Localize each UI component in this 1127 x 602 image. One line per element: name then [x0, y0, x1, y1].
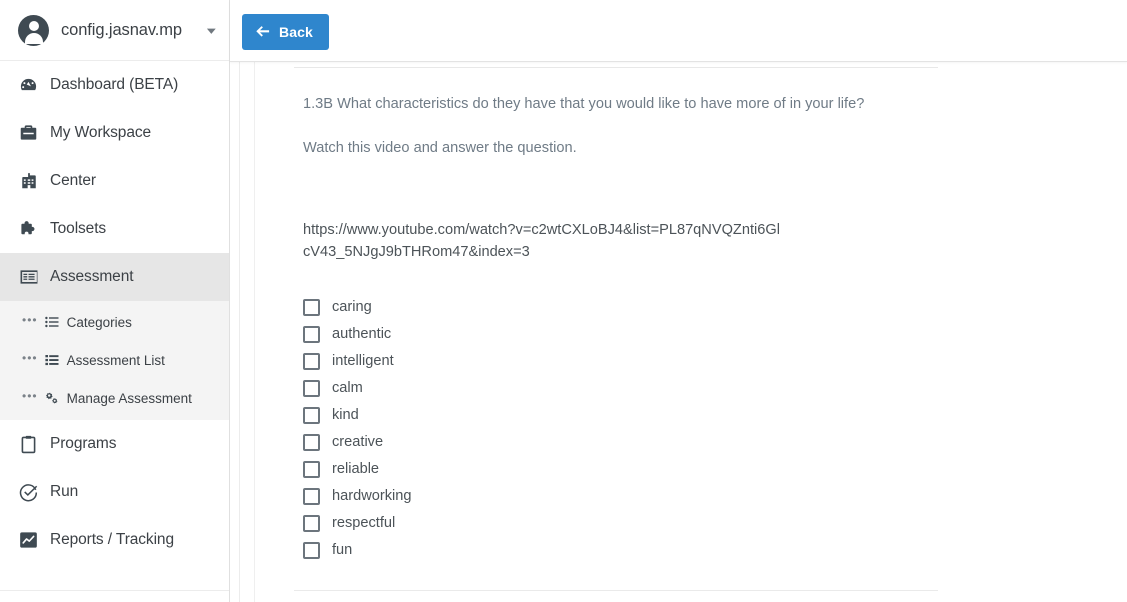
checkbox-option-list: caring authentic intelligent calm kind c…: [303, 294, 412, 564]
submenu-dots-icon: •••: [22, 389, 38, 403]
chevron-down-icon[interactable]: ▾: [207, 25, 216, 35]
option-label: kind: [332, 407, 359, 424]
arrow-left-icon: [255, 25, 270, 39]
option-label: authentic: [332, 326, 392, 343]
option-label: caring: [332, 299, 372, 316]
sidebar-divider: [0, 590, 229, 591]
list-icon: [44, 315, 60, 329]
sidebar-item-label: Center: [50, 172, 96, 189]
option-fun[interactable]: fun: [303, 537, 412, 564]
option-authentic[interactable]: authentic: [303, 321, 412, 348]
checkbox-icon[interactable]: [303, 461, 320, 478]
option-kind[interactable]: kind: [303, 402, 412, 429]
checkbox-icon[interactable]: [303, 434, 320, 451]
question-video-url[interactable]: https://www.youtube.com/watch?v=c2wtCXLo…: [303, 219, 783, 264]
chart-line-icon: [18, 530, 39, 550]
option-label: creative: [332, 434, 384, 451]
question-body: 1.3B What characteristics do they have t…: [303, 94, 928, 264]
checkbox-icon[interactable]: [303, 299, 320, 316]
question-instruction: Watch this video and answer the question…: [303, 140, 577, 157]
sidebar-item-label: Run: [50, 483, 79, 500]
sidebar-item-run[interactable]: Run: [0, 468, 229, 516]
card-bottom-divider: [294, 590, 938, 591]
sidebar-item-my-workspace[interactable]: My Workspace: [0, 109, 229, 157]
option-reliable[interactable]: reliable: [303, 456, 412, 483]
checkbox-icon[interactable]: [303, 353, 320, 370]
sidebar-item-programs[interactable]: Programs: [0, 420, 229, 468]
option-label: respectful: [332, 515, 396, 532]
sidebar-subitem-categories[interactable]: ••• Categories: [0, 303, 229, 341]
user-account-button[interactable]: config.jasnav.mp ▾: [0, 0, 229, 61]
sidebar-item-dashboard[interactable]: Dashboard (BETA): [0, 61, 229, 109]
option-label: intelligent: [332, 353, 394, 370]
option-creative[interactable]: creative: [303, 429, 412, 456]
option-label: calm: [332, 380, 363, 397]
sidebar-item-label: My Workspace: [50, 124, 152, 141]
checkbox-icon[interactable]: [303, 407, 320, 424]
option-label: hardworking: [332, 488, 412, 505]
option-caring[interactable]: caring: [303, 294, 412, 321]
option-label: reliable: [332, 461, 380, 478]
option-hardworking[interactable]: hardworking: [303, 483, 412, 510]
sidebar-subitem-label: Categories: [66, 314, 132, 330]
list-detail-icon: [44, 353, 60, 367]
dashboard-gauge-icon: [18, 75, 39, 95]
sidebar-item-label: Toolsets: [50, 220, 107, 237]
sidebar-item-label: Assessment: [50, 268, 134, 285]
checkbox-icon[interactable]: [303, 380, 320, 397]
sidebar-subitem-label: Manage Assessment: [66, 390, 192, 406]
gears-icon: [44, 391, 60, 405]
sidebar-subitem-manage-assessment[interactable]: ••• Manage Assessment: [0, 379, 229, 417]
sidebar-item-label: Programs: [50, 435, 117, 452]
checkbox-icon[interactable]: [303, 488, 320, 505]
sidebar-item-toolsets[interactable]: Toolsets: [0, 205, 229, 253]
clipboard-icon: [18, 434, 39, 454]
sidebar-item-assessment[interactable]: Assessment: [0, 253, 229, 301]
content-scroll-region[interactable]: 1.3B What characteristics do they have t…: [239, 62, 1127, 602]
option-intelligent[interactable]: intelligent: [303, 348, 412, 375]
user-name: config.jasnav.mp: [61, 20, 182, 39]
check-circle-icon: [18, 482, 39, 502]
video-url-line-1: https://www.youtube.com/watch?: [303, 221, 516, 238]
submenu-dots-icon: •••: [22, 351, 38, 365]
main-area: Back 1.3B What characteristics do they h…: [230, 0, 1127, 602]
submenu-dots-icon: •••: [22, 313, 38, 327]
back-button-label: Back: [279, 24, 313, 40]
sidebar-item-label: Reports / Tracking: [50, 531, 174, 548]
briefcase-icon: [18, 123, 39, 143]
question-card: 1.3B What characteristics do they have t…: [254, 62, 938, 602]
assessment-list-icon: [18, 267, 39, 287]
checkbox-icon[interactable]: [303, 542, 320, 559]
app-root: config.jasnav.mp ▾ Dashboard (BETA) My W…: [0, 0, 1127, 602]
assessment-submenu: ••• Categories ••• Assessment List ••• M…: [0, 301, 229, 420]
sidebar-subitem-label: Assessment List: [66, 352, 165, 368]
building-icon: [18, 171, 39, 191]
card-top-divider: [294, 67, 938, 68]
option-respectful[interactable]: respectful: [303, 510, 412, 537]
option-calm[interactable]: calm: [303, 375, 412, 402]
top-bar: Back: [230, 0, 1127, 62]
option-label: fun: [332, 542, 353, 559]
checkbox-icon[interactable]: [303, 326, 320, 343]
sidebar-subitem-assessment-list[interactable]: ••• Assessment List: [0, 341, 229, 379]
sidebar-nav: Dashboard (BETA) My Workspace Center Too…: [0, 61, 229, 564]
question-title: 1.3B What characteristics do they have t…: [303, 96, 865, 112]
back-button[interactable]: Back: [242, 14, 329, 50]
user-avatar-icon: [18, 14, 49, 46]
sidebar-item-center[interactable]: Center: [0, 157, 229, 205]
sidebar: config.jasnav.mp ▾ Dashboard (BETA) My W…: [0, 0, 230, 602]
puzzle-piece-icon: [18, 219, 39, 239]
sidebar-item-reports-tracking[interactable]: Reports / Tracking: [0, 516, 229, 564]
checkbox-icon[interactable]: [303, 515, 320, 532]
sidebar-item-label: Dashboard (BETA): [50, 76, 179, 93]
